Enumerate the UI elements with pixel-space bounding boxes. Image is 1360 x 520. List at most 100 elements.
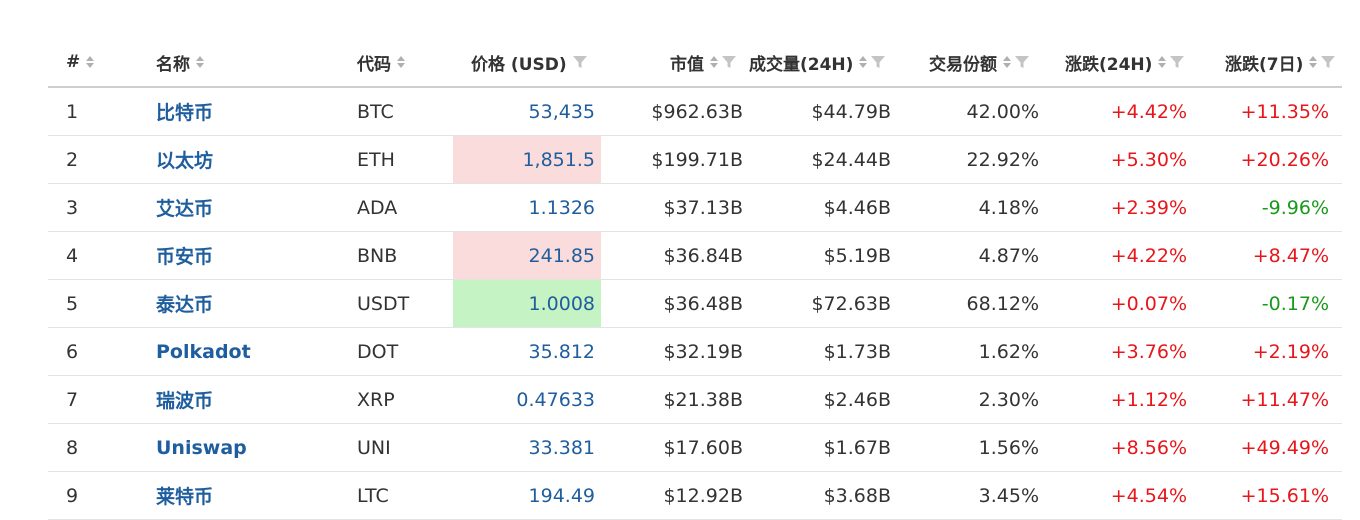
coin-code-cell: BTC xyxy=(357,100,394,123)
sort-icon[interactable] xyxy=(858,55,868,69)
volume-cell: $4.46B xyxy=(823,196,891,219)
header-price[interactable]: 价格 (USD) xyxy=(471,38,588,86)
coin-name-link[interactable]: 以太坊 xyxy=(156,136,213,183)
table-row[interactable]: 8 Uniswap UNI 33.381 $17.60B $1.67B 1.56… xyxy=(48,424,1342,472)
table-header: # 名称 代码 价格 (USD) 市值 成交量(24H) 交易份额 涨跌(24H… xyxy=(48,38,1342,88)
coin-code-cell: BNB xyxy=(357,244,398,267)
price-cell: 0.47633 xyxy=(516,388,595,411)
header-share[interactable]: 交易份额 xyxy=(929,38,1030,86)
sort-icon[interactable] xyxy=(85,55,95,69)
coin-code-cell: USDT xyxy=(357,292,410,315)
change-24h-cell: +3.76% xyxy=(1110,340,1187,363)
crypto-price-table: # 名称 代码 价格 (USD) 市值 成交量(24H) 交易份额 涨跌(24H… xyxy=(48,38,1342,520)
header-chg7-label: 涨跌(7日) xyxy=(1225,54,1304,75)
trade-share-cell: 68.12% xyxy=(966,292,1039,315)
change-24h-cell: +2.39% xyxy=(1110,196,1187,219)
price-cell: 35.812 xyxy=(528,340,595,363)
trade-share-cell: 1.62% xyxy=(978,340,1039,363)
market-cap-cell: $32.19B xyxy=(663,340,743,363)
rank-cell: 8 xyxy=(66,436,79,459)
coin-name-link[interactable]: Polkadot xyxy=(156,328,251,375)
coin-code-cell: UNI xyxy=(357,436,391,459)
sort-icon[interactable] xyxy=(1308,55,1318,69)
volume-cell: $44.79B xyxy=(811,100,891,123)
change-24h-cell: +4.22% xyxy=(1110,244,1187,267)
sort-icon[interactable] xyxy=(195,55,205,69)
rank-cell: 6 xyxy=(66,340,79,363)
table-row[interactable]: 5 泰达币 USDT 1.0008 $36.48B $72.63B 68.12%… xyxy=(48,280,1342,328)
trade-share-cell: 2.30% xyxy=(978,388,1039,411)
filter-icon[interactable] xyxy=(572,54,588,70)
change-24h-cell: +5.30% xyxy=(1110,148,1187,171)
table-row[interactable]: 1 比特币 BTC 53,435 $962.63B $44.79B 42.00%… xyxy=(48,88,1342,136)
sort-icon[interactable] xyxy=(1157,55,1167,69)
volume-cell: $5.19B xyxy=(823,244,891,267)
coin-code-cell: XRP xyxy=(357,388,395,411)
volume-cell: $1.67B xyxy=(823,436,891,459)
coin-name-link[interactable]: 艾达币 xyxy=(156,184,213,231)
price-cell: 241.85 xyxy=(453,232,601,279)
rank-cell: 9 xyxy=(66,484,79,507)
filter-icon[interactable] xyxy=(870,54,886,70)
price-cell: 33.381 xyxy=(528,436,595,459)
sort-icon[interactable] xyxy=(709,55,719,69)
table-row[interactable]: 2 以太坊 ETH 1,851.5 $199.71B $24.44B 22.92… xyxy=(48,136,1342,184)
trade-share-cell: 22.92% xyxy=(966,148,1039,171)
header-chg24-label: 涨跌(24H) xyxy=(1065,54,1153,75)
filter-icon[interactable] xyxy=(1014,54,1030,70)
change-7d-cell: +8.47% xyxy=(1252,244,1329,267)
coin-name-link[interactable]: 泰达币 xyxy=(156,280,213,327)
header-volume[interactable]: 成交量(24H) xyxy=(749,38,886,86)
change-7d-cell: +11.47% xyxy=(1240,388,1329,411)
table-row[interactable]: 4 币安币 BNB 241.85 $36.84B $5.19B 4.87% +4… xyxy=(48,232,1342,280)
filter-icon[interactable] xyxy=(1320,54,1336,70)
price-cell: 1.1326 xyxy=(528,196,595,219)
coin-code-cell: ETH xyxy=(357,148,395,171)
filter-icon[interactable] xyxy=(721,54,737,70)
header-rank-label: # xyxy=(66,52,81,72)
header-mcap[interactable]: 市值 xyxy=(670,38,737,86)
header-name-label: 名称 xyxy=(156,54,190,75)
header-chg24[interactable]: 涨跌(24H) xyxy=(1065,38,1185,86)
filter-icon[interactable] xyxy=(1169,54,1185,70)
trade-share-cell: 3.45% xyxy=(978,484,1039,507)
market-cap-cell: $36.84B xyxy=(663,244,743,267)
coin-name-link[interactable]: 币安币 xyxy=(156,232,213,279)
table-row[interactable]: 9 莱特币 LTC 194.49 $12.92B $3.68B 3.45% +4… xyxy=(48,472,1342,520)
header-chg7[interactable]: 涨跌(7日) xyxy=(1225,38,1336,86)
header-volume-label: 成交量(24H) xyxy=(749,54,854,75)
coin-name-link[interactable]: Uniswap xyxy=(156,424,247,471)
market-cap-cell: $37.13B xyxy=(663,196,743,219)
coin-name-link[interactable]: 莱特币 xyxy=(156,472,213,519)
market-cap-cell: $21.38B xyxy=(663,388,743,411)
change-24h-cell: +1.12% xyxy=(1110,388,1187,411)
change-7d-cell: +20.26% xyxy=(1240,148,1329,171)
table-row[interactable]: 3 艾达币 ADA 1.1326 $37.13B $4.46B 4.18% +2… xyxy=(48,184,1342,232)
header-mcap-label: 市值 xyxy=(670,54,704,75)
coin-code-cell: LTC xyxy=(357,484,389,507)
change-7d-cell: -9.96% xyxy=(1261,196,1329,219)
volume-cell: $3.68B xyxy=(823,484,891,507)
sort-icon[interactable] xyxy=(1002,55,1012,69)
volume-cell: $2.46B xyxy=(823,388,891,411)
header-rank[interactable]: # xyxy=(66,38,95,86)
table-row[interactable]: 7 瑞波币 XRP 0.47633 $21.38B $2.46B 2.30% +… xyxy=(48,376,1342,424)
market-cap-cell: $17.60B xyxy=(663,436,743,459)
header-code-label: 代码 xyxy=(357,54,391,75)
sort-icon[interactable] xyxy=(396,55,406,69)
table-row[interactable]: 6 Polkadot DOT 35.812 $32.19B $1.73B 1.6… xyxy=(48,328,1342,376)
header-name[interactable]: 名称 xyxy=(156,38,205,86)
header-code[interactable]: 代码 xyxy=(357,38,406,86)
coin-name-link[interactable]: 瑞波币 xyxy=(156,376,213,423)
rank-cell: 1 xyxy=(66,100,79,123)
rank-cell: 4 xyxy=(66,244,79,267)
trade-share-cell: 42.00% xyxy=(966,100,1039,123)
coin-name-link[interactable]: 比特币 xyxy=(156,88,213,135)
market-cap-cell: $962.63B xyxy=(651,100,743,123)
rank-cell: 5 xyxy=(66,292,79,315)
header-share-label: 交易份额 xyxy=(929,54,997,75)
price-cell: 1,851.5 xyxy=(453,136,601,183)
coin-code-cell: DOT xyxy=(357,340,399,363)
rank-cell: 2 xyxy=(66,148,79,171)
change-24h-cell: +4.54% xyxy=(1110,484,1187,507)
